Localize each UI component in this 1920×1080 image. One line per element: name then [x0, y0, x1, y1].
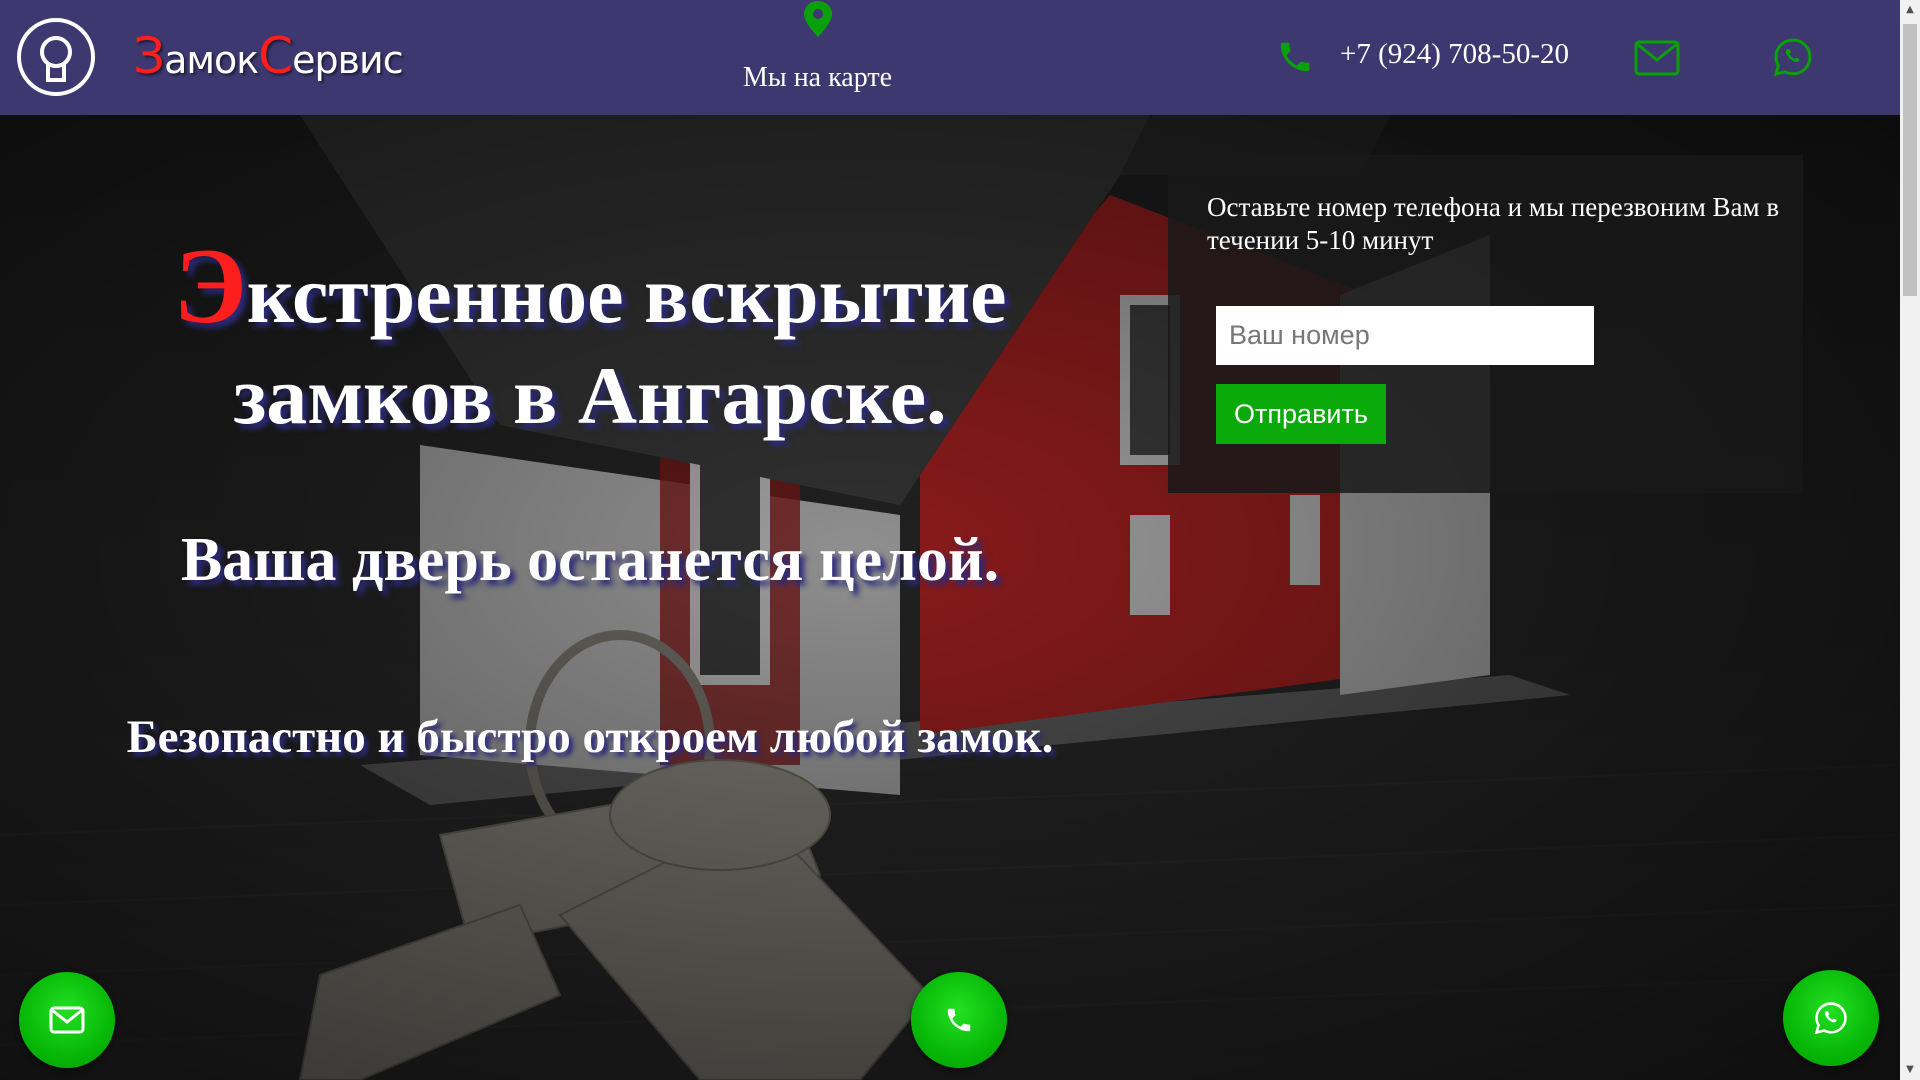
whatsapp-icon[interactable]	[1773, 37, 1813, 77]
map-link[interactable]: Мы на карте	[730, 0, 905, 110]
brand-part1: амок	[164, 38, 259, 82]
hero-title: Экстренное вскрытие замков в Ангарске.	[100, 225, 1080, 443]
hero-title-cap: Э	[173, 227, 247, 346]
brand-second-cap: С	[258, 27, 293, 85]
floating-whatsapp-button[interactable]	[1783, 970, 1879, 1066]
map-label: Мы на карте	[742, 62, 893, 93]
keyhole-icon[interactable]	[17, 18, 95, 96]
vertical-scrollbar[interactable]: ▲ ▼	[1900, 0, 1920, 1080]
phone-number-input[interactable]	[1216, 306, 1594, 365]
scroll-up-arrow-icon[interactable]: ▲	[1900, 0, 1920, 20]
submit-button[interactable]: Отправить	[1216, 384, 1386, 444]
floating-phone-button[interactable]	[911, 972, 1007, 1068]
scrollbar-thumb[interactable]	[1903, 24, 1917, 296]
callback-form-text: Оставьте номер телефона и мы перезвоним …	[1207, 192, 1780, 255]
callback-form: Оставьте номер телефона и мы перезвоним …	[1168, 155, 1803, 493]
brand-logo[interactable]: ЗамокСервис	[133, 24, 404, 88]
whatsapp-icon	[1814, 1002, 1847, 1035]
mail-icon	[49, 1006, 85, 1034]
scroll-down-arrow-icon[interactable]: ▼	[1900, 1060, 1920, 1080]
floating-mail-button[interactable]	[19, 972, 115, 1068]
phone-icon	[947, 1008, 971, 1032]
brand-part2: ервис	[292, 38, 403, 82]
hero-tagline: Безопастно и быстро откроем любой замок.	[126, 711, 1054, 763]
hero-title-rest: кстренное вскрытие замков в Ангарске.	[233, 249, 1007, 442]
hero-section: Экстренное вскрытие замков в Ангарске. В…	[0, 115, 1900, 1080]
header-phone[interactable]: +7 (924) 708-50-20	[1340, 38, 1569, 71]
phone-icon[interactable]	[1276, 38, 1314, 76]
site-header: ЗамокСервис Мы на карте +7 (924) 708-50-…	[0, 0, 1900, 115]
brand-first-cap: З	[133, 27, 165, 85]
mail-icon[interactable]	[1634, 40, 1680, 76]
map-pin-icon	[804, 1, 832, 37]
hero-subtitle: Ваша дверь останется целой.	[180, 526, 1000, 594]
